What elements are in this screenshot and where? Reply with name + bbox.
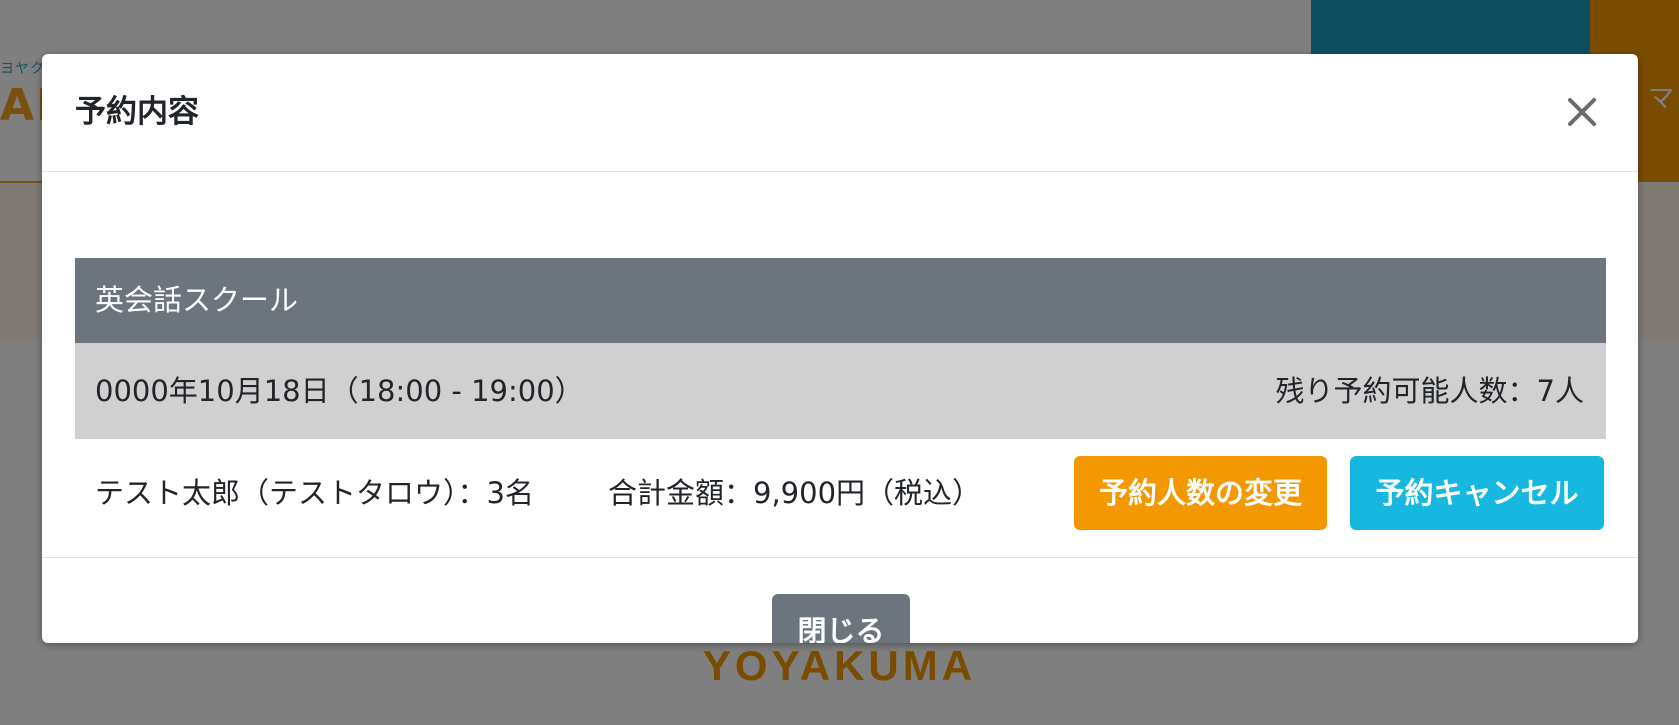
modal-header: 予約内容 [42,54,1638,172]
booker-name: テスト太郎（テストタロウ）：3名 [95,476,534,510]
reservation-datetime: 0000年10月18日（18:00 - 19:00） [95,374,584,408]
course-name: 英会話スクール [95,283,299,317]
course-header: 英会話スクール [75,258,1606,343]
page: ヨヤク AK マ YOYAKUMA 予約内容 英会話スクール 0000年10月1 [0,0,1679,725]
close-button[interactable]: 閉じる [772,594,910,643]
reservation-modal: 予約内容 英会話スクール 0000年10月18日（18:00 - 19:00） … [42,54,1638,643]
schedule-row: 0000年10月18日（18:00 - 19:00） 残り予約可能人数：7人 [75,343,1606,439]
cancel-reservation-button[interactable]: 予約キャンセル [1350,456,1604,530]
total-price: 合計金額：9,900円（税込） [608,476,982,510]
modal-title: 予約内容 [75,94,199,130]
modal-body: 英会話スクール 0000年10月18日（18:00 - 19:00） 残り予約可… [42,172,1638,558]
close-icon[interactable] [1554,84,1610,140]
change-party-size-button[interactable]: 予約人数の変更 [1074,456,1327,530]
remaining-capacity: 残り予約可能人数：7人 [1275,374,1584,408]
